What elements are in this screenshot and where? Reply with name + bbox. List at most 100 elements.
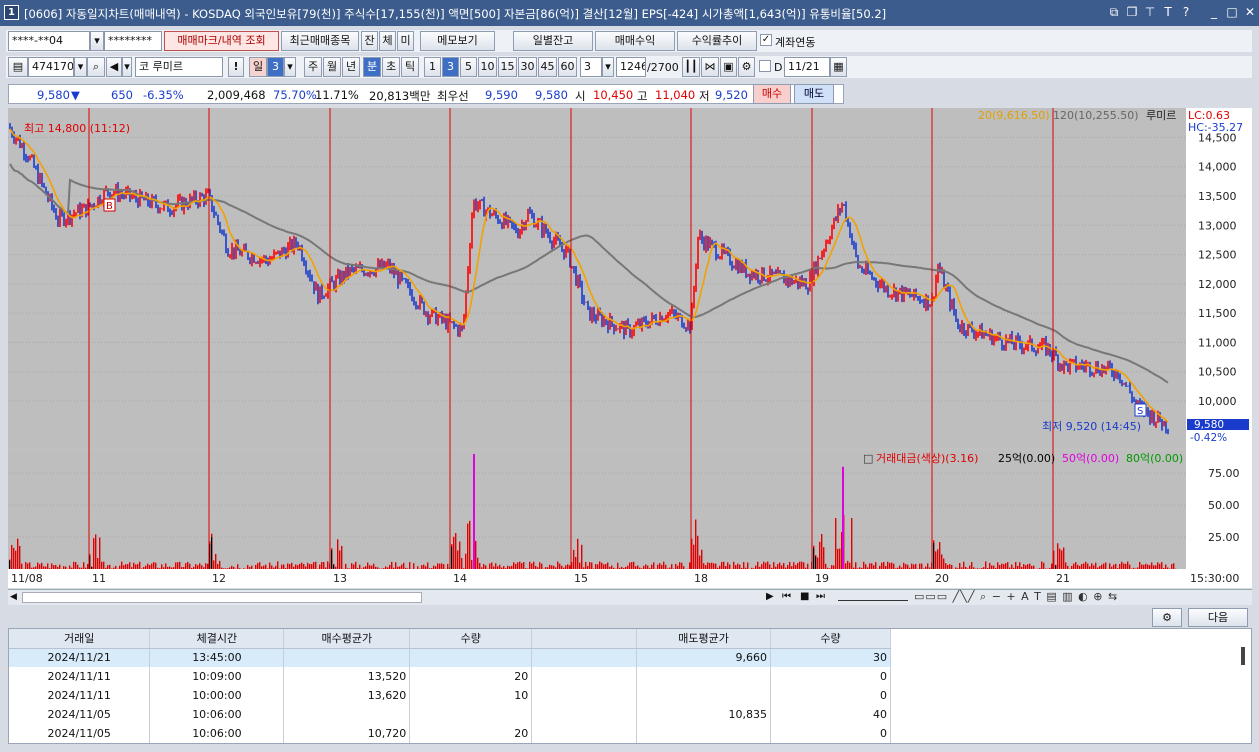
daily-balance-button[interactable]: 일별잔고 bbox=[513, 31, 593, 51]
minute-60[interactable]: 60 bbox=[558, 57, 577, 77]
calendar-icon[interactable]: ▦ bbox=[830, 57, 847, 77]
trade-mark-query-button[interactable]: 매매마크/내역 조회 bbox=[164, 31, 279, 51]
copy-icon[interactable]: ❐ bbox=[1124, 4, 1140, 21]
trade-profit-button[interactable]: 매매수익 bbox=[595, 31, 675, 51]
table-row[interactable]: 2024/11/11 10:09:00 13,520 20 0 bbox=[9, 667, 891, 686]
volume-bar bbox=[785, 567, 787, 569]
search-icon[interactable]: ⌕ bbox=[87, 57, 105, 77]
minute-3[interactable]: 3 bbox=[442, 57, 459, 77]
volume-bar bbox=[999, 564, 1001, 569]
save-icon[interactable]: ▣ bbox=[720, 57, 737, 77]
scroll-right-icon[interactable]: ▶ bbox=[766, 591, 774, 602]
volume-bar bbox=[195, 564, 197, 569]
rewind-icon[interactable]: ⏮ bbox=[782, 591, 791, 602]
grid-scrollbar[interactable] bbox=[1241, 647, 1245, 665]
indicator-icon[interactable]: ⋈ bbox=[701, 57, 719, 77]
sell-button[interactable]: 매도 bbox=[794, 84, 834, 104]
volume-bar bbox=[293, 566, 295, 569]
volume-bar bbox=[369, 565, 371, 569]
font-icon[interactable]: T bbox=[1160, 4, 1176, 21]
volume-bar bbox=[625, 566, 627, 569]
table-row[interactable]: 2024/11/05 10:06:00 10,720 20 0 bbox=[9, 724, 891, 743]
d-checkbox[interactable] bbox=[759, 60, 771, 72]
down-arrow-icon: ▼ bbox=[71, 88, 80, 102]
col-buy-avg[interactable]: 매수평균가 bbox=[283, 629, 411, 649]
price-tick: 13,500 bbox=[1198, 190, 1237, 203]
minute-45[interactable]: 45 bbox=[538, 57, 557, 77]
col-buy-qty[interactable]: 수량 bbox=[409, 629, 533, 649]
return-trend-button[interactable]: 수익률추이 bbox=[677, 31, 757, 51]
volume-bar bbox=[1115, 563, 1117, 569]
chart-scrollbar[interactable]: ◀ ▶ ⏮ ■ ⏭ ▭▭▭ ╱╲╱ ⌕ − + A T ▤ ▥ ◐ ⊕ ⇆ bbox=[8, 589, 1252, 605]
period-month[interactable]: 월 bbox=[323, 57, 341, 77]
restore-icon[interactable]: ⧉ bbox=[1106, 4, 1122, 21]
help-icon[interactable]: ? bbox=[1178, 4, 1194, 21]
pin-icon[interactable]: ⊤ bbox=[1142, 4, 1158, 21]
table-cell: 2024/11/05 bbox=[9, 724, 151, 743]
drawing-tools-icon[interactable]: ▭▭▭ ╱╲╱ ⌕ − + A T ▤ ▥ ◐ ⊕ ⇆ bbox=[914, 590, 1118, 604]
close-icon[interactable]: ✕ bbox=[1242, 4, 1258, 21]
volume-bar bbox=[763, 561, 765, 569]
next-button[interactable]: 다음 bbox=[1188, 608, 1248, 627]
account-link-checkbox[interactable]: ✓ bbox=[760, 34, 772, 46]
col-sell-avg[interactable]: 매도평균가 bbox=[636, 629, 772, 649]
col-sell-qty[interactable]: 수량 bbox=[770, 629, 891, 649]
layout-icon[interactable]: ▤ bbox=[8, 57, 28, 77]
password-input[interactable]: ******** bbox=[104, 31, 162, 51]
minute-30[interactable]: 30 bbox=[518, 57, 537, 77]
period-second[interactable]: 초 bbox=[382, 57, 400, 77]
open-price: 10,450 bbox=[593, 88, 634, 102]
minute-1[interactable]: 1 bbox=[424, 57, 441, 77]
balance-button[interactable]: 잔 bbox=[361, 31, 378, 51]
speed-slider[interactable] bbox=[838, 593, 908, 601]
minute-10[interactable]: 10 bbox=[478, 57, 497, 77]
scroll-thumb[interactable] bbox=[22, 592, 422, 603]
interval-input[interactable]: 3 bbox=[580, 57, 602, 77]
stop-icon[interactable]: ■ bbox=[800, 591, 809, 602]
code-dropdown-icon[interactable]: ▾ bbox=[74, 57, 87, 77]
period-day-count[interactable]: 3 bbox=[267, 57, 284, 77]
col-trade-date[interactable]: 거래일 bbox=[9, 629, 151, 649]
maximize-icon[interactable]: □ bbox=[1224, 4, 1240, 21]
price-chart[interactable]: 14,500 14,000 13,500 13,000 12,500 12,000 11,5… bbox=[8, 108, 1252, 588]
executed-button[interactable]: 체 bbox=[379, 31, 396, 51]
bar-count-input[interactable]: 1246 bbox=[616, 57, 646, 77]
scroll-left-icon[interactable]: ◀ bbox=[10, 592, 17, 602]
period-year[interactable]: 년 bbox=[342, 57, 360, 77]
minimize-icon[interactable]: _ bbox=[1206, 4, 1222, 21]
period-week[interactable]: 주 bbox=[304, 57, 322, 77]
interval-dropdown-icon[interactable]: ▾ bbox=[602, 57, 614, 77]
account-dropdown-icon[interactable]: ▾ bbox=[90, 31, 104, 51]
volume-tick: 25.00 bbox=[1208, 531, 1240, 544]
unexecuted-button[interactable]: 미 bbox=[397, 31, 414, 51]
volume-bar bbox=[187, 561, 189, 569]
table-row[interactable]: 2024/11/21 13:45:00 9,660 30 bbox=[9, 648, 891, 667]
table-settings-icon[interactable]: ⚙ bbox=[1152, 608, 1182, 627]
code-input[interactable]: 474170 bbox=[28, 57, 74, 77]
minute-15[interactable]: 15 bbox=[498, 57, 517, 77]
volume-bar bbox=[435, 566, 437, 569]
volume-bar bbox=[775, 566, 777, 569]
memo-button[interactable]: 메모보기 bbox=[420, 31, 495, 51]
table-row[interactable]: 2024/11/11 10:00:00 13,620 10 0 bbox=[9, 686, 891, 705]
gear-icon[interactable]: ⚙ bbox=[738, 57, 755, 77]
speaker-dropdown-icon[interactable]: ▾ bbox=[122, 57, 132, 77]
period-minute[interactable]: 분 bbox=[363, 57, 381, 77]
speaker-icon[interactable]: ◀ bbox=[106, 57, 122, 77]
recent-trades-button[interactable]: 최근매매종목 bbox=[281, 31, 359, 51]
period-day[interactable]: 일 bbox=[249, 57, 267, 77]
minute-5[interactable]: 5 bbox=[460, 57, 477, 77]
buy-button[interactable]: 매수 bbox=[753, 84, 791, 104]
window-number: 1 bbox=[4, 5, 19, 20]
account-input[interactable]: ****-**04 bbox=[8, 31, 90, 51]
alert-button[interactable]: ! bbox=[228, 57, 244, 77]
volume-bar bbox=[539, 562, 541, 569]
date-input[interactable]: 11/21 bbox=[784, 57, 830, 77]
table-row[interactable]: 2024/11/05 10:06:00 10,835 40 bbox=[9, 705, 891, 724]
col-blank[interactable] bbox=[531, 629, 638, 649]
col-exec-time[interactable]: 체결시간 bbox=[149, 629, 285, 649]
period-dropdown-icon[interactable]: ▾ bbox=[284, 57, 296, 77]
candle-icon[interactable]: ┃┃ bbox=[682, 57, 700, 77]
forward-icon[interactable]: ⏭ bbox=[816, 591, 825, 602]
period-tick[interactable]: 틱 bbox=[401, 57, 419, 77]
